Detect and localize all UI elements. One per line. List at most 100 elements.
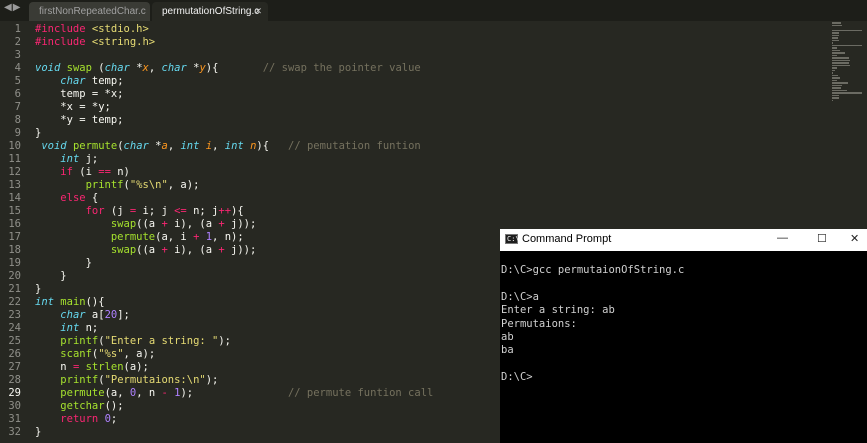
code-token: j)); (224, 244, 257, 256)
code-token: char (60, 309, 86, 321)
code-line[interactable]: } (35, 283, 41, 296)
code-token: <stdio.h> (91, 23, 149, 35)
code-token: , n); (212, 231, 244, 243)
code-line[interactable]: scanf("%s", a); (35, 348, 155, 361)
code-line[interactable]: printf("Permutaions:\n"); (35, 374, 218, 387)
code-line[interactable]: *x = *y; (35, 101, 111, 114)
code-token: char (123, 140, 149, 152)
code-token: , a); (123, 348, 156, 360)
code-line[interactable]: int j; (35, 153, 98, 166)
code-line[interactable]: else { (35, 192, 98, 205)
back-arrow-icon[interactable]: ◀ (4, 2, 13, 13)
code-line[interactable]: } (35, 127, 41, 140)
code-line[interactable]: #include <string.h> (35, 36, 155, 49)
code-token: else (60, 192, 86, 204)
code-token: "%s\n" (129, 179, 168, 191)
line-number: 18 (8, 244, 21, 256)
code-token: , (167, 140, 181, 152)
code-line[interactable]: if (i == n) (35, 166, 130, 179)
code-token: (i (72, 166, 99, 178)
line-number: 14 (8, 192, 21, 204)
code-line[interactable]: swap((a + i), (a + j)); (35, 244, 256, 257)
minimap-line (832, 72, 833, 74)
code-line[interactable]: } (35, 270, 66, 283)
command-prompt-window[interactable]: C:\ Command Prompt — ☐ ✕ D:\C>gcc permut… (500, 229, 867, 443)
code-line[interactable]: permute(a, i + 1, n); (35, 231, 244, 244)
code-line[interactable]: n = strlen(a); (35, 361, 149, 374)
line-number: 10 (8, 140, 21, 152)
line-number: 23 (8, 309, 21, 321)
code-token: (a, (104, 387, 130, 399)
code-token: permute (72, 140, 118, 152)
code-token: ]; (117, 309, 130, 321)
cmd-titlebar[interactable]: C:\ Command Prompt — ☐ ✕ (500, 229, 867, 251)
code-token: int (60, 153, 80, 165)
minimap-line (832, 82, 848, 84)
line-number: 28 (8, 374, 21, 386)
console-line: D:\C> (501, 371, 533, 384)
forward-arrow-icon[interactable]: ▶ (13, 2, 22, 13)
code-token: swap (110, 244, 137, 256)
code-line[interactable]: } (35, 426, 41, 439)
minimap-line (832, 77, 840, 79)
code-line[interactable]: int main(){ (35, 296, 105, 309)
code-line[interactable]: int n; (35, 322, 98, 335)
code-line[interactable]: printf("%s\n", a); (35, 179, 200, 192)
tab-nav-arrows[interactable]: ◀▶ (4, 2, 21, 13)
code-token: } (35, 283, 42, 295)
tab-firstnonrepeatedchar[interactable]: firstNonRepeatedChar.c (29, 2, 150, 21)
minimap-line (832, 24, 842, 26)
close-tab-icon[interactable]: ✕ (254, 2, 262, 21)
code-token: ); (218, 335, 232, 347)
code-token: char (60, 75, 86, 87)
code-token: return (60, 413, 99, 425)
cmd-title: Command Prompt (522, 233, 612, 245)
code-token: *y = temp; (35, 114, 124, 126)
code-line[interactable]: swap((a + i), (a + j)); (35, 218, 256, 231)
code-token: n (35, 361, 73, 373)
code-line[interactable]: void permute(char *a, int i, int n){ // … (35, 140, 420, 153)
maximize-button[interactable]: ☐ (817, 232, 827, 245)
code-line[interactable]: temp = *x; (35, 88, 123, 101)
code-token: printf (85, 179, 124, 191)
minimap-line (832, 57, 849, 59)
code-token: i), (a (167, 244, 219, 256)
cmd-app-icon: C:\ (505, 234, 520, 244)
console-line: Permutaions: (501, 317, 577, 330)
minimap-line (832, 79, 837, 81)
code-line[interactable]: char temp; (35, 75, 123, 88)
minimize-button[interactable]: — (777, 232, 788, 244)
close-button[interactable]: ✕ (850, 232, 859, 245)
minimap-line (832, 37, 838, 39)
line-number: 1 (14, 23, 21, 35)
code-line[interactable]: getchar(); (35, 400, 123, 413)
code-line[interactable]: } (35, 257, 92, 270)
line-number: 12 (8, 166, 21, 178)
line-number: 9 (14, 127, 21, 139)
code-line[interactable]: void swap (char *x, char *y){ // swap th… (35, 62, 421, 75)
code-line[interactable]: *y = temp; (35, 114, 124, 127)
code-line[interactable]: for (j = i; j <= n; j++){ (35, 205, 244, 218)
code-line[interactable]: char a[20]; (35, 309, 130, 322)
console-output[interactable]: D:\C>gcc permutaionOfString.c D:\C>a Ente… (501, 264, 684, 385)
code-line[interactable]: permute(a, 0, n - 1); // permute funtion… (35, 387, 433, 400)
code-token: getchar (60, 400, 105, 412)
code-token: char (104, 62, 130, 74)
minimap[interactable] (832, 22, 862, 101)
code-token: , a); (167, 179, 200, 191)
code-line[interactable]: printf("Enter a string: "); (35, 335, 231, 348)
tab-permutationofstring[interactable]: permutationOfString.c ✕ (152, 2, 268, 21)
code-token: #include (35, 23, 86, 35)
code-token: main (60, 296, 86, 308)
code-line[interactable]: #include <stdio.h> (35, 23, 149, 36)
code-token: n; j (186, 205, 219, 217)
code-token: printf (60, 374, 99, 386)
code-line[interactable]: return 0; (35, 413, 117, 426)
line-number-gutter: 1 2 3 4 5 6 7 8 9 10 11 12 13 14 15 16 17 18 19 20 21 22 23 24 2… (0, 21, 26, 443)
